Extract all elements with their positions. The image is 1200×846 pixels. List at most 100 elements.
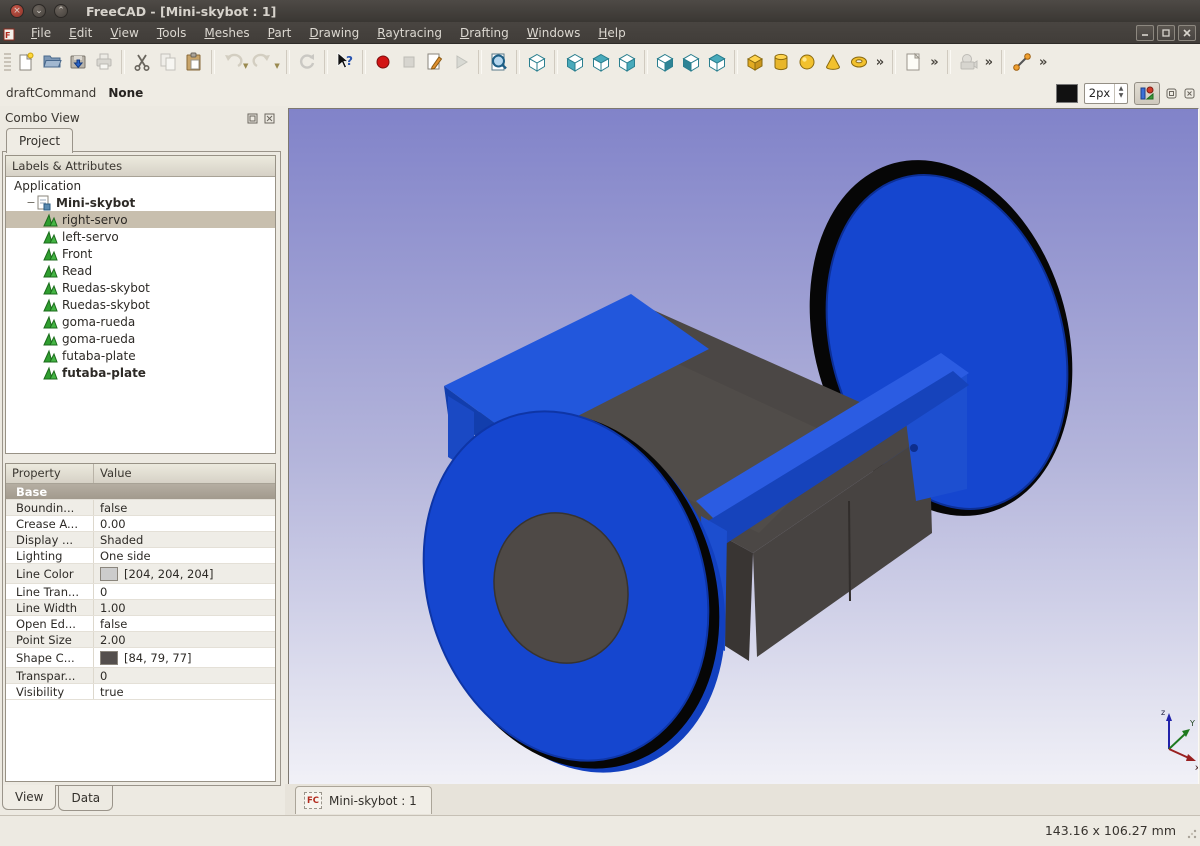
tree-item-mini-skybot[interactable]: −Mini-skybot bbox=[6, 194, 275, 211]
menu-item-windows[interactable]: Windows bbox=[518, 24, 590, 42]
menu-item-part[interactable]: Part bbox=[259, 24, 301, 42]
toolbar-button-fit-all[interactable] bbox=[486, 49, 512, 75]
toolbar-overflow-button[interactable]: » bbox=[872, 55, 888, 70]
menu-item-raytracing[interactable]: Raytracing bbox=[368, 24, 451, 42]
tree-item-label: Ruedas-skybot bbox=[62, 298, 150, 312]
mdi-restore-button[interactable] bbox=[1157, 25, 1175, 41]
tree-item-label: futaba-plate bbox=[62, 366, 146, 380]
property-row-lighting[interactable]: LightingOne side bbox=[6, 548, 275, 564]
menu-item-drafting[interactable]: Drafting bbox=[451, 24, 518, 42]
tree-item-futaba-plate[interactable]: futaba-plate bbox=[6, 347, 275, 364]
toolbar-button-part-cylinder[interactable] bbox=[768, 49, 794, 75]
property-row-crease-a-[interactable]: Crease A...0.00 bbox=[6, 516, 275, 532]
menu-item-file[interactable]: File bbox=[22, 24, 60, 42]
spinner-arrows[interactable]: ▲▼ bbox=[1114, 84, 1127, 103]
property-row-line-width[interactable]: Line Width1.00 bbox=[6, 600, 275, 616]
toolbar-button-macro-run[interactable] bbox=[448, 49, 474, 75]
toolbar-button-open-folder[interactable] bbox=[39, 49, 65, 75]
toolbar-button-whats-this[interactable]: ? bbox=[332, 49, 358, 75]
toolbar-button-macro-record[interactable] bbox=[370, 49, 396, 75]
window-maximize-button[interactable]: ⌃ bbox=[54, 4, 68, 18]
dock-float-button[interactable] bbox=[246, 112, 259, 125]
toolbar-button-cut[interactable] bbox=[129, 49, 155, 75]
construction-mode-button[interactable] bbox=[1134, 82, 1160, 105]
line-width-spinner[interactable]: 2px ▲▼ bbox=[1084, 83, 1128, 104]
menu-item-view[interactable]: View bbox=[101, 24, 147, 42]
toolbar-overflow-button[interactable]: » bbox=[926, 55, 942, 70]
draft-line-color-swatch[interactable] bbox=[1056, 84, 1078, 103]
toolbar-grip[interactable] bbox=[4, 51, 11, 73]
tree-expander[interactable]: − bbox=[26, 196, 36, 209]
toolbar-button-draft-line[interactable] bbox=[1009, 49, 1035, 75]
toolbar-button-part-torus[interactable] bbox=[846, 49, 872, 75]
tree-item-application[interactable]: Application bbox=[6, 177, 275, 194]
tab-project[interactable]: Project bbox=[6, 128, 73, 153]
mdi-close-button[interactable] bbox=[1178, 25, 1196, 41]
tab-view[interactable]: View bbox=[2, 785, 56, 810]
toolbar-overflow-button[interactable]: » bbox=[981, 55, 997, 70]
3d-viewport[interactable]: z Y x bbox=[288, 108, 1199, 785]
toolbar-button-part-box[interactable] bbox=[742, 49, 768, 75]
tree-item-ruedas-skybot[interactable]: Ruedas-skybot bbox=[6, 296, 275, 313]
property-row-line-tran-[interactable]: Line Tran...0 bbox=[6, 584, 275, 600]
toolbar-button-print[interactable] bbox=[91, 49, 117, 75]
menu-item-drawing[interactable]: Drawing bbox=[300, 24, 368, 42]
toolbar-close-button[interactable] bbox=[1183, 87, 1196, 100]
tree-item-goma-rueda[interactable]: goma-rueda bbox=[6, 330, 275, 347]
tree-item-read[interactable]: Read bbox=[6, 262, 275, 279]
toolbar-button-paste[interactable] bbox=[181, 49, 207, 75]
menu-item-meshes[interactable]: Meshes bbox=[195, 24, 258, 42]
tree-item-futaba-plate[interactable]: futaba-plate bbox=[6, 364, 275, 381]
toolbar-separator bbox=[362, 50, 366, 74]
property-row-visibility[interactable]: Visibilitytrue bbox=[6, 684, 275, 700]
toolbar-button-view-bottom[interactable] bbox=[678, 49, 704, 75]
menu-item-tools[interactable]: Tools bbox=[148, 24, 196, 42]
toolbar-button-part-sphere[interactable] bbox=[794, 49, 820, 75]
toolbar-button-copy[interactable] bbox=[155, 49, 181, 75]
window-minimize-button[interactable]: ⌄ bbox=[32, 4, 46, 18]
mdi-tab-mini-skybot[interactable]: FC Mini-skybot : 1 bbox=[295, 786, 432, 814]
toolbar-restore-button[interactable] bbox=[1165, 87, 1178, 100]
property-row-transpar-[interactable]: Transpar...0 bbox=[6, 668, 275, 684]
tree-item-right-servo[interactable]: right-servo bbox=[6, 211, 275, 228]
mdi-minimize-button[interactable] bbox=[1136, 25, 1154, 41]
property-row-boundin-[interactable]: Boundin...false bbox=[6, 500, 275, 516]
toolbar-button-save-document[interactable] bbox=[65, 49, 91, 75]
toolbar-button-view-front[interactable] bbox=[562, 49, 588, 75]
tree-item-left-servo[interactable]: left-servo bbox=[6, 228, 275, 245]
tab-data[interactable]: Data bbox=[58, 786, 113, 811]
toolbar-button-macro-stop[interactable] bbox=[396, 49, 422, 75]
toolbar-button-refresh[interactable] bbox=[294, 49, 320, 75]
toolbar-button-raytracing-camera[interactable] bbox=[955, 49, 981, 75]
property-row-shape-c-[interactable]: Shape C...[84, 79, 77] bbox=[6, 648, 275, 668]
property-editor[interactable]: Property Value BaseBoundin...falseCrease… bbox=[5, 463, 276, 782]
toolbar-button-view-rear[interactable] bbox=[652, 49, 678, 75]
property-group-base[interactable]: Base bbox=[6, 484, 275, 500]
dock-close-button[interactable] bbox=[263, 112, 276, 125]
toolbar-button-redo[interactable] bbox=[250, 49, 276, 75]
menu-item-edit[interactable]: Edit bbox=[60, 24, 101, 42]
dock-title-bar[interactable]: Combo View bbox=[0, 108, 284, 128]
tree-item-goma-rueda[interactable]: goma-rueda bbox=[6, 313, 275, 330]
toolbar-button-drawing-page[interactable] bbox=[900, 49, 926, 75]
menu-item-help[interactable]: Help bbox=[589, 24, 634, 42]
toolbar-button-new-document[interactable] bbox=[13, 49, 39, 75]
property-row-open-ed-[interactable]: Open Ed...false bbox=[6, 616, 275, 632]
window-close-button[interactable]: × bbox=[10, 4, 24, 18]
property-row-point-size[interactable]: Point Size2.00 bbox=[6, 632, 275, 648]
property-row-line-color[interactable]: Line Color[204, 204, 204] bbox=[6, 564, 275, 584]
property-row-display-[interactable]: Display ...Shaded bbox=[6, 532, 275, 548]
resize-grip[interactable] bbox=[1185, 825, 1198, 844]
toolbar-button-view-axonometric[interactable] bbox=[524, 49, 550, 75]
toolbar-button-part-cone[interactable] bbox=[820, 49, 846, 75]
toolbar-button-view-left[interactable] bbox=[704, 49, 730, 75]
property-value: 0.00 bbox=[94, 516, 126, 531]
toolbar-button-view-right[interactable] bbox=[614, 49, 640, 75]
toolbar-button-macro-edit[interactable] bbox=[422, 49, 448, 75]
toolbar-overflow-button[interactable]: » bbox=[1035, 55, 1051, 70]
toolbar-button-view-top[interactable] bbox=[588, 49, 614, 75]
toolbar-button-undo[interactable] bbox=[219, 49, 245, 75]
tree-item-ruedas-skybot[interactable]: Ruedas-skybot bbox=[6, 279, 275, 296]
tree-item-front[interactable]: Front bbox=[6, 245, 275, 262]
model-tree[interactable]: Labels & Attributes Application−Mini-sky… bbox=[5, 155, 276, 454]
